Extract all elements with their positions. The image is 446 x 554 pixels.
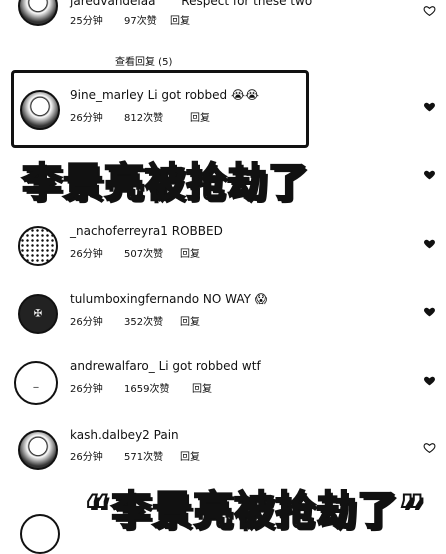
comment-text: kash.dalbey2 Pain (70, 428, 179, 442)
overlay-caption: 李景亮被抢劫了 (21, 159, 309, 207)
comment-meta: 25分钟 97次赞 回复 (70, 12, 190, 27)
username[interactable]: andrewalfaro_ (70, 359, 155, 373)
comment-meta: 26分钟 571次赞 回复 (70, 448, 200, 463)
avatar[interactable] (18, 226, 58, 266)
comment-likes: 1659次赞 (124, 384, 170, 395)
reply-button[interactable]: 回复 (180, 245, 200, 260)
reply-button[interactable]: 回复 (180, 448, 200, 463)
reply-button[interactable]: 回复 (190, 109, 210, 124)
comment-time: 26分钟 (70, 317, 103, 328)
comment-text: 9ine_marley Li got robbed 😭😭 (70, 88, 259, 102)
comment-text: andrewalfaro_ Li got robbed wtf (70, 359, 261, 373)
comment-body: Li got robbed (147, 88, 228, 102)
avatar[interactable] (18, 430, 58, 470)
comment-body: ROBBED (171, 224, 223, 238)
view-more-replies-link[interactable]: 查看回复 (5) (115, 53, 172, 68)
comment-time: 26分钟 (70, 249, 103, 260)
username[interactable]: tulumboxingfernando (70, 292, 199, 306)
heart-icon[interactable] (422, 373, 436, 387)
heart-icon[interactable] (422, 304, 436, 318)
comment-likes: 507次赞 (124, 249, 164, 260)
comment-meta: 26分钟 1659次赞 回复 (70, 380, 212, 395)
comment-text: jaredvandeiaa Respect for these two (70, 0, 312, 8)
emoji: 😭😭 (230, 88, 260, 102)
reply-button[interactable]: 回复 (170, 12, 190, 27)
avatar[interactable]: ✠ (18, 294, 58, 334)
heart-icon[interactable] (422, 99, 436, 113)
comment-time: 26分钟 (70, 113, 103, 124)
comment-body: Pain (153, 428, 179, 442)
comment-likes: 571次赞 (124, 452, 164, 463)
heart-icon[interactable] (422, 236, 436, 250)
overlay-caption: “李景亮被抢劫了” (83, 487, 426, 535)
comment-likes: 812次赞 (124, 113, 164, 124)
username[interactable]: jaredvandeiaa (70, 0, 155, 8)
heart-icon[interactable] (422, 440, 436, 454)
username[interactable]: kash.dalbey2 (70, 428, 150, 442)
avatar[interactable] (18, 0, 58, 26)
comment-body: Li got robbed wtf (158, 359, 261, 373)
reply-button[interactable]: 回复 (192, 380, 212, 395)
comment-likes: 97次赞 (124, 16, 157, 27)
avatar[interactable] (20, 90, 60, 130)
heart-icon[interactable] (422, 167, 436, 181)
comment-body: NO WAY (202, 292, 251, 306)
avatar[interactable] (20, 514, 60, 554)
comment-body: Respect for these two (181, 0, 313, 8)
avatar[interactable]: _ (14, 361, 58, 405)
heart-icon[interactable] (422, 3, 436, 17)
comment-meta: 26分钟 812次赞 回复 (70, 109, 210, 124)
username[interactable]: _nachoferreyra1 (70, 224, 168, 238)
comment-meta: 26分钟 507次赞 回复 (70, 245, 200, 260)
reply-button[interactable]: 回复 (180, 313, 200, 328)
comment-text: _nachoferreyra1 ROBBED (70, 224, 223, 238)
emoji: 😱 (254, 292, 268, 306)
comment-meta: 26分钟 352次赞 回复 (70, 313, 200, 328)
comment-time: 26分钟 (70, 452, 103, 463)
comment-time: 25分钟 (70, 16, 103, 27)
comment-text: tulumboxingfernando NO WAY 😱 (70, 292, 267, 306)
comment-likes: 352次赞 (124, 317, 164, 328)
username[interactable]: 9ine_marley (70, 88, 144, 102)
comment-time: 26分钟 (70, 384, 103, 395)
